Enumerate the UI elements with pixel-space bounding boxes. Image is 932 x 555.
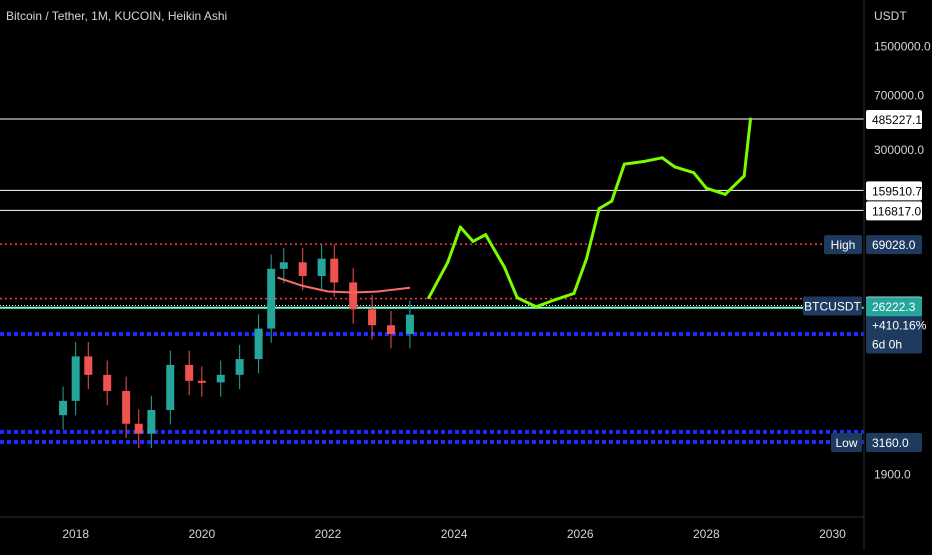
price-label-2: 116817.0 — [866, 201, 922, 221]
candle-body-8 — [185, 364, 194, 381]
price-label-value: 26222.3 — [872, 300, 916, 314]
projection-point-9 — [572, 291, 576, 295]
candle-body-18 — [349, 282, 358, 310]
projection-point-16 — [673, 165, 677, 169]
y-tick-label: 700000.0 — [874, 88, 924, 102]
x-tick-label: 2024 — [441, 527, 468, 541]
projection-point-20 — [742, 174, 746, 178]
y-tick-label: 300000.0 — [874, 143, 924, 157]
price-label-3: 69028.0 High — [824, 235, 922, 255]
projection-point-15 — [660, 156, 664, 160]
price-label-value: 3160.0 — [872, 436, 909, 450]
candle-body-17 — [330, 258, 339, 283]
projection-point-4 — [484, 233, 488, 237]
projection-point-21 — [748, 117, 752, 121]
x-tick-label: 2028 — [693, 527, 720, 541]
x-tick-label: 2018 — [62, 527, 89, 541]
price-label-value: 159510.7 — [872, 184, 922, 198]
candle-body-9 — [197, 380, 206, 383]
candle-body-7 — [166, 364, 175, 411]
price-tag-label: BTCUSDT — [804, 300, 861, 314]
price-label-value: 116817.0 — [872, 204, 921, 218]
candle-body-21 — [405, 314, 414, 335]
projection-point-3 — [471, 239, 475, 243]
chart-root: Bitcoin / Tether, 1M, KUCOIN, Heikin Ash… — [0, 0, 932, 550]
projection-point-6 — [515, 296, 519, 300]
x-tick-label: 2022 — [315, 527, 342, 541]
projection-point-18 — [704, 186, 708, 190]
candle-body-19 — [368, 309, 377, 326]
candle-body-10 — [216, 374, 225, 383]
candle-body-3 — [103, 374, 112, 391]
price-label-8: 3160.0 Low — [831, 433, 922, 452]
projection-point-10 — [585, 257, 589, 261]
price-label-value: 69028.0 — [872, 238, 916, 252]
candle-body-16 — [317, 258, 326, 277]
x-tick-label: 2026 — [567, 527, 594, 541]
candle-body-5 — [134, 423, 143, 434]
projection-point-5 — [503, 265, 507, 269]
price-label-7: 26222.3 — [866, 297, 922, 317]
chart-title: Bitcoin / Tether, 1M, KUCOIN, Heikin Ash… — [6, 9, 227, 23]
price-label-extra: +410.16% — [872, 319, 927, 333]
price-tag-label: Low — [835, 436, 857, 450]
price-label-value: 485227.1 — [872, 113, 922, 127]
candle-body-6 — [147, 410, 156, 434]
price-tag-label: High — [831, 238, 856, 252]
projection-point-11 — [597, 207, 601, 211]
candle-body-11 — [235, 359, 244, 375]
projection-point-7 — [534, 305, 538, 309]
candle-body-0 — [59, 400, 68, 416]
projection-point-2 — [458, 225, 462, 229]
candle-body-4 — [122, 390, 131, 424]
price-label-1: 159510.7 — [866, 181, 922, 201]
y-tick-label: 1900.0 — [874, 468, 911, 482]
projection-point-1 — [446, 260, 450, 264]
chart-svg[interactable]: Bitcoin / Tether, 1M, KUCOIN, Heikin Ash… — [0, 0, 932, 550]
projection-point-14 — [641, 160, 645, 164]
projection-point-8 — [553, 298, 557, 302]
candle-body-12 — [254, 328, 263, 360]
candle-body-14 — [279, 262, 288, 269]
x-tick-label: 2020 — [188, 527, 215, 541]
chart-background — [0, 0, 932, 550]
candle-body-15 — [298, 262, 307, 277]
x-tick-label: 2030 — [819, 527, 846, 541]
y-tick-label: 1500000.0 — [874, 40, 931, 54]
candle-body-1 — [71, 356, 80, 401]
candle-body-13 — [267, 268, 276, 329]
projection-point-13 — [622, 162, 626, 166]
candle-body-2 — [84, 356, 93, 375]
price-label-0: 485227.1 — [866, 110, 922, 129]
candle-body-20 — [387, 325, 396, 335]
projection-point-17 — [692, 171, 696, 175]
projection-point-19 — [723, 192, 727, 196]
price-label-extra: 6d 0h — [872, 338, 902, 352]
projection-point-0 — [427, 296, 431, 300]
projection-point-12 — [610, 199, 614, 203]
y-axis-unit: USDT — [874, 9, 907, 23]
